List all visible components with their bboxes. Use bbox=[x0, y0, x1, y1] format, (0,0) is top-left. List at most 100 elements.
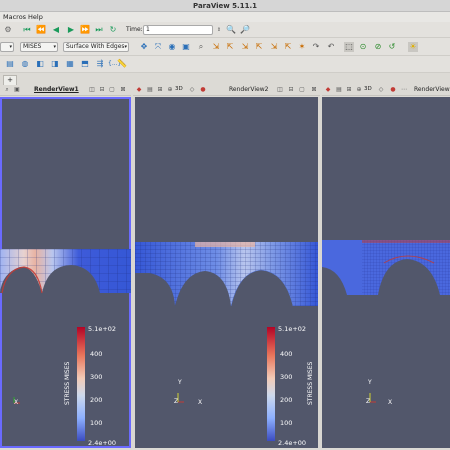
view-plus-z-icon[interactable]: ⇲ bbox=[269, 42, 279, 52]
magnify-icon[interactable]: ⌕ bbox=[196, 42, 206, 52]
zoom-closest-icon[interactable]: ◉ bbox=[167, 42, 177, 52]
colorbar-tick: 200 bbox=[280, 396, 293, 404]
ruler-icon[interactable]: 📏 bbox=[117, 59, 127, 69]
colorbar-tick: 100 bbox=[90, 419, 103, 427]
zoom-out-icon[interactable]: 🔎 bbox=[240, 25, 250, 35]
add-layout-tab[interactable]: + bbox=[3, 75, 17, 85]
zoom-icon[interactable]: ⌕ bbox=[2, 85, 12, 95]
camera-icon[interactable]: ▤ bbox=[145, 85, 155, 95]
isometric-view-icon[interactable]: ✶ bbox=[297, 42, 307, 52]
view-plus-y-icon[interactable]: ⇲ bbox=[240, 42, 250, 52]
threshold-icon[interactable]: ▦ bbox=[65, 59, 75, 69]
record-icon[interactable]: ● bbox=[388, 85, 398, 95]
loop-icon[interactable]: ↻ bbox=[108, 25, 118, 35]
reverse-play-icon[interactable]: ◀ bbox=[51, 25, 61, 35]
time-input[interactable]: 1 bbox=[143, 25, 213, 35]
light-kit-icon[interactable]: ☀ bbox=[408, 42, 418, 52]
split-vertical-icon[interactable]: ⊟ bbox=[97, 85, 107, 95]
window-title: ParaView 5.11.1 bbox=[0, 0, 450, 12]
maximize-icon[interactable]: ▢ bbox=[107, 85, 117, 95]
view-mode-3d[interactable]: 3D bbox=[175, 86, 183, 92]
record-icon[interactable]: ● bbox=[198, 85, 208, 95]
view-mode-3d[interactable]: 3D bbox=[364, 86, 372, 92]
coloring-value: MISES bbox=[23, 43, 42, 50]
menu-help[interactable]: Help bbox=[28, 13, 43, 21]
camera-icon[interactable]: ▤ bbox=[334, 85, 344, 95]
view-plus-x-icon[interactable]: ⇲ bbox=[211, 42, 221, 52]
view-minus-y-icon[interactable]: ⇱ bbox=[254, 42, 264, 52]
ruler-icon[interactable]: ⊞ bbox=[344, 85, 354, 95]
view-minus-z-icon[interactable]: ⇱ bbox=[283, 42, 293, 52]
view-title-3[interactable]: RenderView bbox=[414, 86, 450, 93]
slice-icon[interactable]: ◨ bbox=[50, 59, 60, 69]
camera-redo-icon[interactable]: ↺ bbox=[387, 42, 397, 52]
colorbar-min: 2.4e+00 bbox=[88, 439, 117, 447]
fit-icon[interactable]: ◇ bbox=[376, 85, 386, 95]
axis-y-label: Y bbox=[368, 379, 372, 386]
previous-frame-icon[interactable]: ⏪ bbox=[36, 25, 46, 35]
split-horizontal-icon[interactable]: ◫ bbox=[275, 85, 285, 95]
coloring-combo[interactable]: MISES ▾ bbox=[20, 42, 58, 52]
split-vertical-icon[interactable]: ⊟ bbox=[286, 85, 296, 95]
view-title-1[interactable]: RenderView1 bbox=[34, 86, 79, 93]
render-view-1[interactable]: X 5.1e+02 400 300 200 100 2.4e+00 STRESS… bbox=[0, 97, 131, 448]
last-frame-icon[interactable]: ⏭ bbox=[94, 25, 104, 35]
time-label: Time: bbox=[126, 26, 143, 33]
axis-x-label: X bbox=[14, 399, 19, 406]
rotate-90-ccw-icon[interactable]: ↶ bbox=[326, 42, 336, 52]
colorbar-tick: 300 bbox=[90, 373, 103, 381]
zoom-to-data-icon[interactable]: ⤧ bbox=[153, 42, 163, 52]
representation-value: Surface With Edges bbox=[66, 43, 125, 50]
python-shell-icon[interactable]: ⚙ bbox=[3, 25, 13, 35]
orientation-axes-icon[interactable]: ⊕ bbox=[165, 85, 175, 95]
axis-x-label: X bbox=[198, 399, 203, 406]
extract-subset-icon[interactable]: ⬒ bbox=[80, 59, 90, 69]
time-stepper-icon[interactable]: ⇕ bbox=[214, 25, 224, 35]
camera-link-icon[interactable]: ⊙ bbox=[358, 42, 368, 52]
representation-combo[interactable]: Surface With Edges ▾ bbox=[63, 42, 129, 52]
colorbar-tick: 200 bbox=[90, 396, 103, 404]
colorbar-max: 5.1e+02 bbox=[278, 325, 307, 333]
split-horizontal-icon[interactable]: ◫ bbox=[87, 85, 97, 95]
menu-macros[interactable]: Macros bbox=[3, 13, 26, 21]
toolbar-representation: ▾ MISES ▾ Surface With Edges ▾ ✥ ⤧ ◉ ▣ ⌕ ⇲… bbox=[0, 38, 450, 56]
solid-color-combo[interactable]: ▾ bbox=[0, 42, 14, 52]
colorbar-title: STRESS MISES bbox=[307, 361, 314, 405]
render-view-2[interactable]: Y Z X 5.1e+02 400 300 200 100 2.4e+00 ST… bbox=[135, 97, 318, 448]
camera-icon[interactable]: ◆ bbox=[323, 85, 333, 95]
camera-icon[interactable]: ◆ bbox=[134, 85, 144, 95]
first-frame-icon[interactable]: ⏮ bbox=[22, 25, 32, 35]
calculator-icon[interactable]: ▤ bbox=[5, 59, 15, 69]
more-icon[interactable]: ⋯ bbox=[399, 85, 409, 95]
layout-tab-strip: + bbox=[0, 73, 450, 85]
rotate-90-cw-icon[interactable]: ↷ bbox=[311, 42, 321, 52]
zoom-to-box-icon[interactable]: ▣ bbox=[181, 42, 191, 52]
close-icon[interactable]: ⊠ bbox=[118, 85, 128, 95]
reset-camera-icon[interactable]: ✥ bbox=[139, 42, 149, 52]
ruler-icon[interactable]: ⊞ bbox=[155, 85, 165, 95]
maximize-icon[interactable]: ▢ bbox=[297, 85, 307, 95]
colorbar-tick: 400 bbox=[280, 350, 293, 358]
glyph-icon[interactable]: ⇶ bbox=[95, 59, 105, 69]
toolbar-filters: ▤ ◍ ◧ ◨ ▦ ⬒ ⇶ {...} 📏 bbox=[0, 56, 450, 73]
axis-z-label: Z bbox=[366, 398, 371, 405]
contour-icon[interactable]: ◍ bbox=[20, 59, 30, 69]
screenshot-icon[interactable]: ▣ bbox=[12, 85, 22, 95]
zoom-in-icon[interactable]: 🔍 bbox=[226, 25, 236, 35]
mesh-view-3 bbox=[322, 240, 450, 403]
orientation-axes-icon[interactable]: ⊕ bbox=[354, 85, 364, 95]
colorbar-tick: 300 bbox=[280, 373, 293, 381]
next-frame-icon[interactable]: ⏩ bbox=[80, 25, 90, 35]
fit-icon[interactable]: ◇ bbox=[187, 85, 197, 95]
camera-undo-icon[interactable]: ⊘ bbox=[373, 42, 383, 52]
view-minus-x-icon[interactable]: ⇱ bbox=[225, 42, 235, 52]
menu-bar: Macros Help bbox=[0, 12, 450, 22]
interaction-mode-icon[interactable]: ⬚ bbox=[344, 42, 354, 52]
close-icon[interactable]: ⊠ bbox=[309, 85, 319, 95]
clip-icon[interactable]: ◧ bbox=[35, 59, 45, 69]
play-icon[interactable]: ▶ bbox=[66, 25, 76, 35]
view-toolbar-1: ⌕ ▣ RenderView1 ◫ ⊟ ▢ ⊠ bbox=[0, 85, 131, 96]
render-view-3[interactable]: Y Z X bbox=[322, 97, 450, 448]
axis-z-label: Z bbox=[174, 398, 179, 405]
view-title-2[interactable]: RenderView2 bbox=[229, 86, 268, 93]
